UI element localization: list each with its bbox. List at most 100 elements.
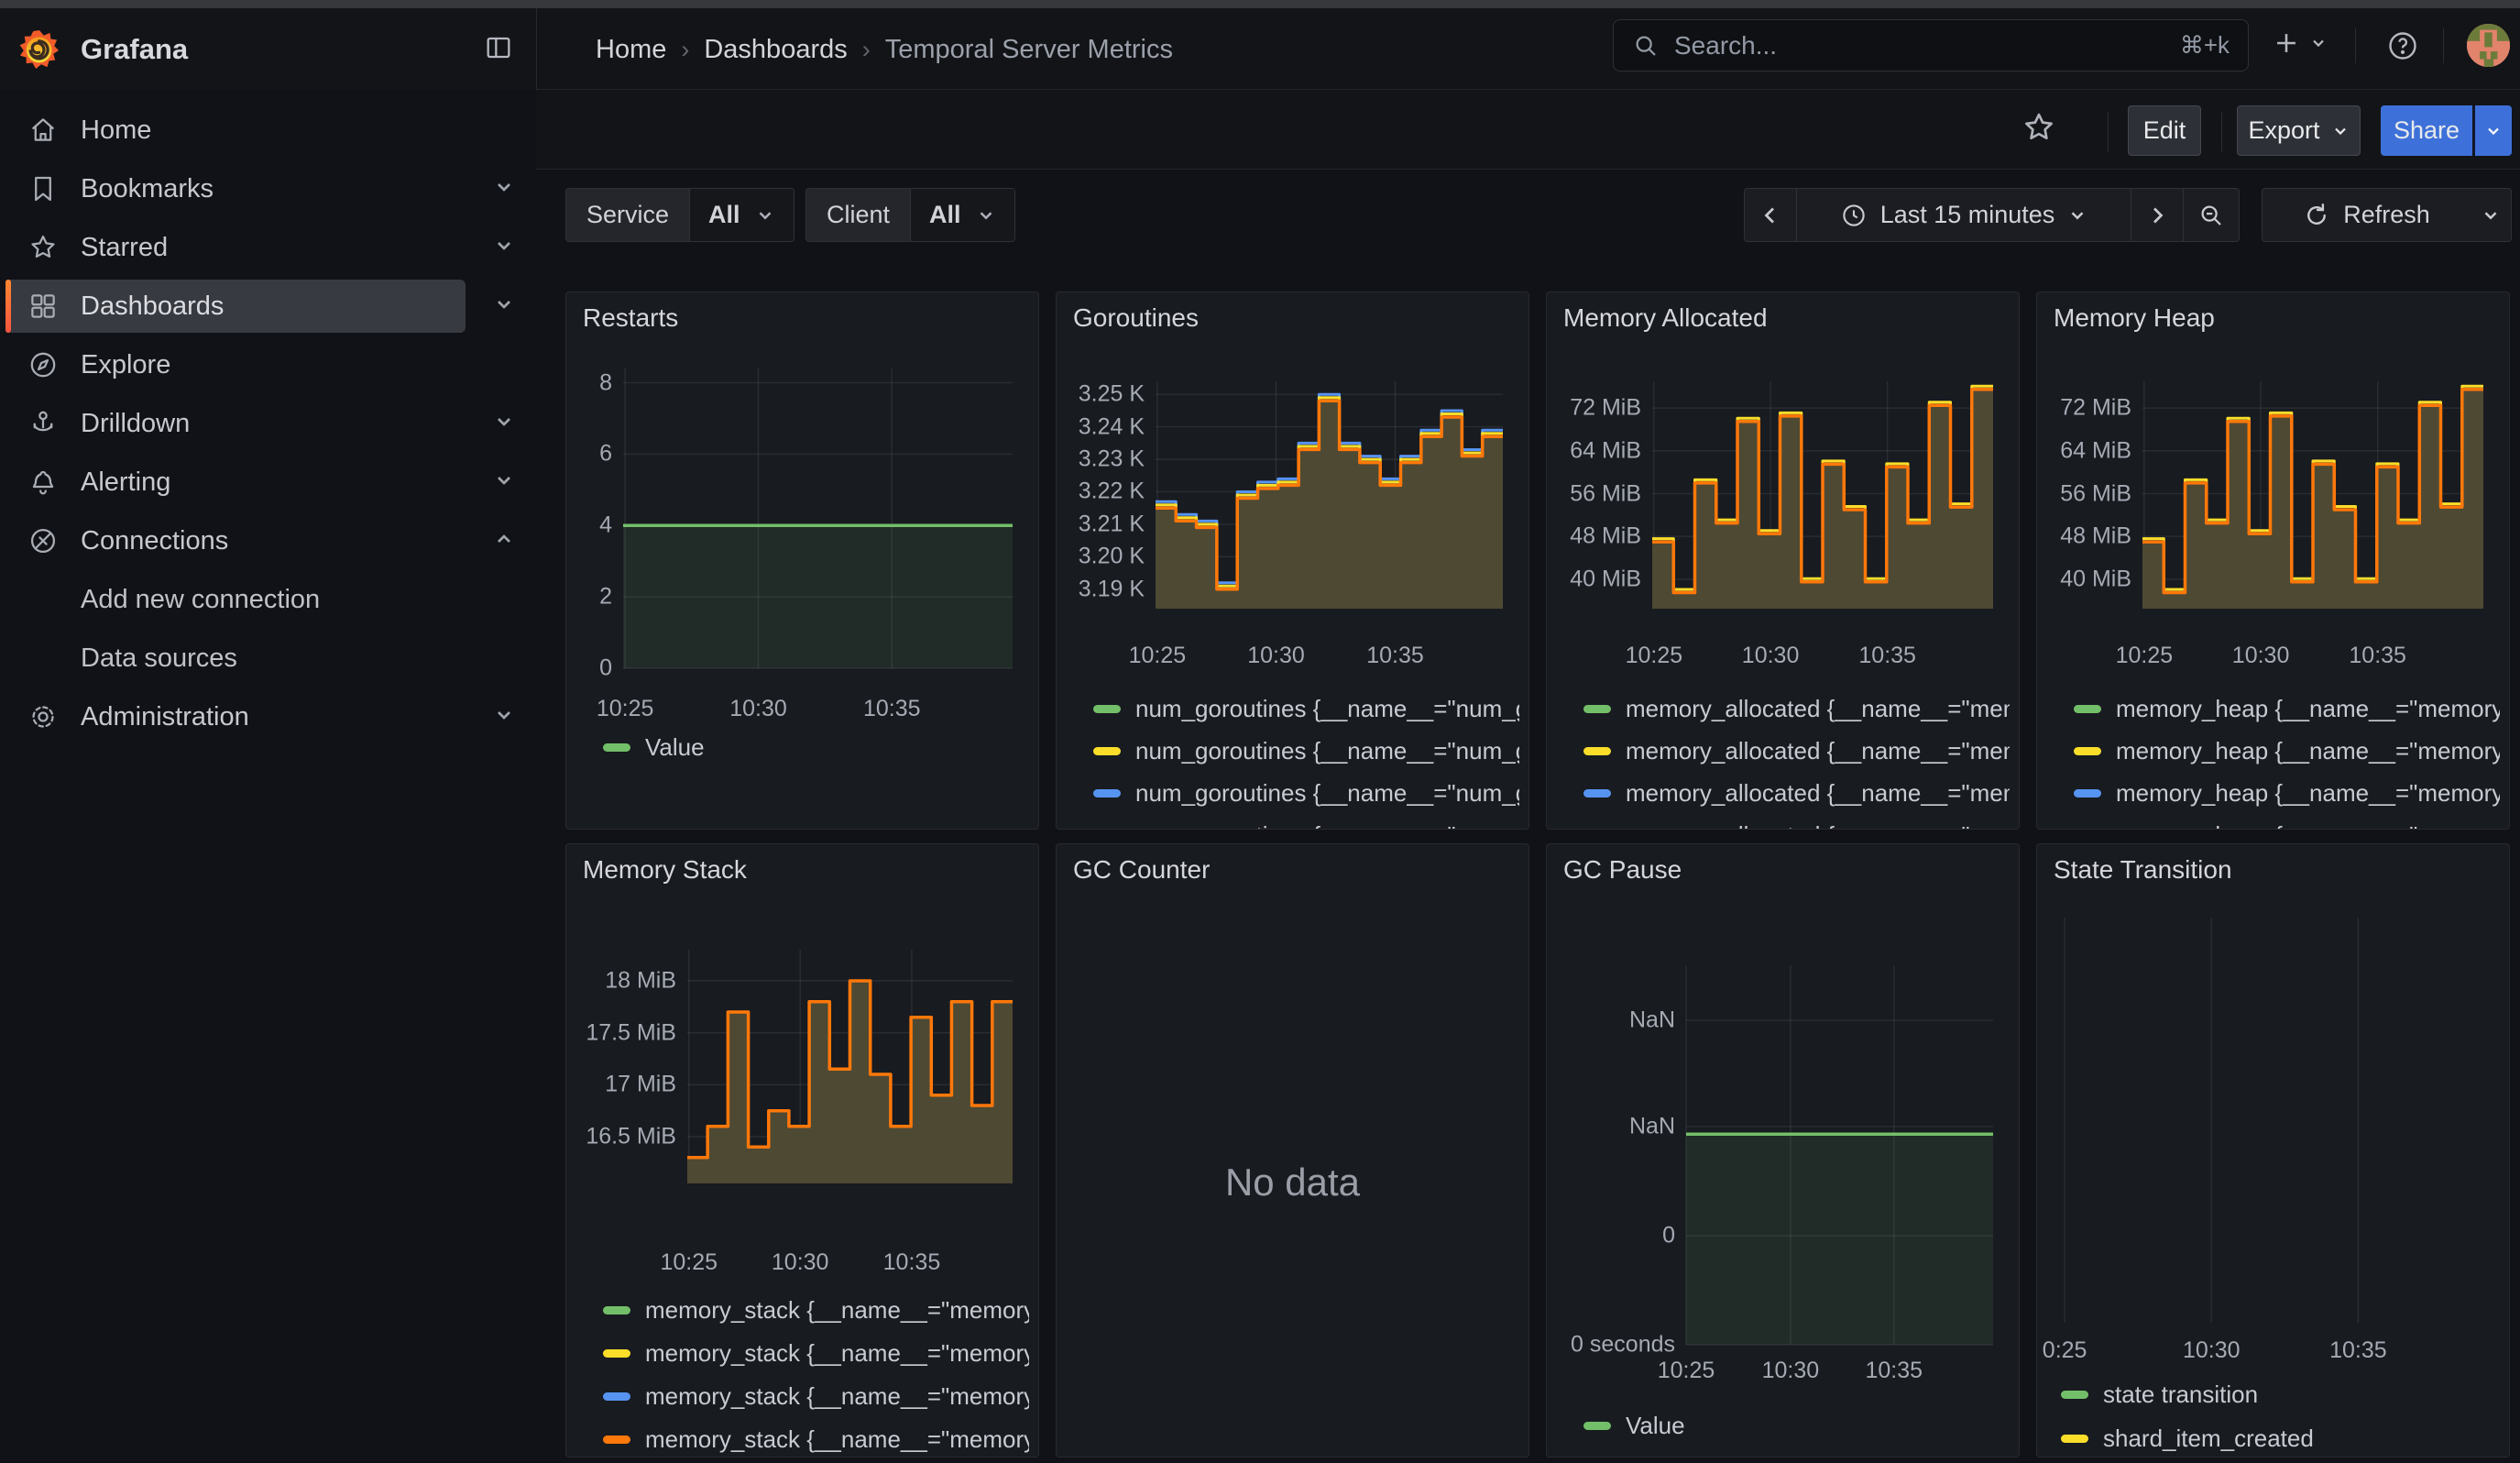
- search-placeholder: Search...: [1674, 31, 2180, 60]
- chevron-down-icon: [2481, 205, 2501, 226]
- legend-item[interactable]: memory_allocated {__name__="memo: [1583, 692, 2010, 725]
- sidebar-item-dashboards[interactable]: Dashboards: [0, 280, 536, 333]
- legend-item[interactable]: memory_allocated {__name__="memo: [1583, 819, 2010, 830]
- share-button[interactable]: Share: [2381, 105, 2472, 156]
- legend-item[interactable]: memory_allocated {__name__="memo: [1583, 776, 2010, 809]
- help-button[interactable]: [2386, 29, 2419, 67]
- chart-plot-goroutines[interactable]: [1156, 381, 1503, 609]
- legend-swatch: [1093, 747, 1121, 755]
- y-axis-tick-label: 4: [579, 512, 612, 539]
- legend-label: memory_heap {__name__="memory_h: [2116, 779, 2500, 808]
- export-label: Export: [2248, 116, 2319, 145]
- grafana-logo-icon[interactable]: [18, 30, 60, 69]
- export-button[interactable]: Export: [2237, 105, 2361, 156]
- refresh-button[interactable]: Refresh: [2262, 188, 2471, 242]
- star-dashboard-button[interactable]: [2021, 110, 2056, 149]
- service-filter-value[interactable]: All: [689, 189, 794, 241]
- new-button[interactable]: [2271, 28, 2328, 59]
- share-options-button[interactable]: [2473, 105, 2512, 156]
- legend-item[interactable]: num_goroutines {__name__="num_go: [1093, 776, 1519, 809]
- legend-item[interactable]: memory_stack {__name__="memory_s: [603, 1380, 1029, 1413]
- chevron-up-icon[interactable]: [493, 528, 515, 555]
- sidebar-item-connections[interactable]: Connections: [0, 514, 536, 567]
- y-axis-tick-label: 3.24 K: [1069, 413, 1145, 440]
- client-filter-value[interactable]: All: [910, 189, 1014, 241]
- legend-item[interactable]: memory_heap {__name__="memory_h: [2074, 692, 2500, 725]
- legend-item[interactable]: memory_heap {__name__="memory_h: [2074, 776, 2500, 809]
- chevron-down-icon[interactable]: [493, 469, 515, 496]
- sidebar-toggle-icon[interactable]: [484, 33, 513, 67]
- bookmark-icon: [27, 173, 59, 204]
- sidebar-item-alerting[interactable]: Alerting: [0, 456, 536, 509]
- legend-item[interactable]: memory_stack {__name__="memory_s: [603, 1423, 1029, 1456]
- refresh-interval-button[interactable]: [2471, 188, 2512, 242]
- chart-plot-restarts[interactable]: [623, 368, 1013, 668]
- legend-item[interactable]: Value: [1583, 1409, 2010, 1442]
- sidebar-item-starred[interactable]: Starred: [0, 221, 536, 274]
- legend-swatch: [1093, 789, 1121, 798]
- sidebar-item-home[interactable]: Home: [0, 104, 536, 157]
- service-filter: Service All: [565, 188, 794, 242]
- chart-plot-state_transition[interactable]: [2052, 918, 2483, 1323]
- legend-swatch: [603, 1392, 630, 1401]
- legend-label: Value: [1626, 1412, 1685, 1440]
- sidebar-subitem-data-sources[interactable]: Data sources: [0, 632, 536, 685]
- clock-icon: [1840, 202, 1868, 229]
- chevron-down-icon: [2309, 34, 2328, 52]
- legend-item[interactable]: shard_item_created: [2061, 1422, 2500, 1455]
- legend-item[interactable]: num_goroutines {__name__="num_go: [1093, 734, 1519, 767]
- sidebar-subitem-add-new-connection[interactable]: Add new connection: [0, 573, 536, 626]
- panel-title-memory_allocated[interactable]: Memory Allocated: [1563, 303, 1768, 333]
- time-shift-forward-button[interactable]: [2131, 188, 2184, 242]
- legend-item[interactable]: state transition: [2061, 1378, 2500, 1411]
- y-axis-tick-label: 17 MiB: [579, 1072, 676, 1098]
- panel-title-memory_heap[interactable]: Memory Heap: [2054, 303, 2215, 333]
- legend-item[interactable]: memory_heap {__name__="memory_h: [2074, 819, 2500, 830]
- time-range-picker[interactable]: Last 15 minutes: [1796, 188, 2131, 242]
- chevron-down-icon[interactable]: [493, 411, 515, 437]
- breadcrumb-dashboards[interactable]: Dashboards: [704, 35, 847, 65]
- legend-item[interactable]: Value: [603, 731, 1029, 764]
- time-shift-back-button[interactable]: [1744, 188, 1797, 242]
- panel-title-state_transition[interactable]: State Transition: [2054, 855, 2232, 885]
- avatar[interactable]: [2467, 24, 2510, 67]
- chart-plot-memory_allocated[interactable]: [1652, 381, 1993, 609]
- legend-item[interactable]: num_goroutines {__name__="num_go: [1093, 819, 1519, 830]
- edit-button[interactable]: Edit: [2128, 105, 2201, 156]
- chart-plot-memory_stack[interactable]: [687, 950, 1013, 1183]
- chart-plot-gc_pause[interactable]: [1686, 965, 1993, 1345]
- panel-title-goroutines[interactable]: Goroutines: [1073, 303, 1199, 333]
- chart-plot-memory_heap[interactable]: [2142, 381, 2483, 609]
- legend-item[interactable]: memory_stack {__name__="memory_s: [603, 1336, 1029, 1370]
- chevron-down-icon[interactable]: [493, 704, 515, 731]
- panel-title-restarts[interactable]: Restarts: [583, 303, 678, 333]
- sidebar-item-bookmarks[interactable]: Bookmarks: [0, 162, 536, 215]
- bell-icon: [27, 467, 59, 498]
- chevron-down-icon[interactable]: [493, 176, 515, 203]
- legend-item[interactable]: memory_heap {__name__="memory_h: [2074, 734, 2500, 767]
- search-input[interactable]: Search... ⌘+k: [1613, 19, 2249, 72]
- sidebar-item-label: Explore: [81, 350, 170, 380]
- y-axis-tick-label: 64 MiB: [2050, 437, 2131, 464]
- y-axis-tick-label: 72 MiB: [1560, 395, 1641, 422]
- sidebar-item-drilldown[interactable]: Drilldown: [0, 397, 536, 450]
- chevron-down-icon[interactable]: [493, 293, 515, 320]
- legend-item[interactable]: memory_stack {__name__="memory_s: [603, 1293, 1029, 1326]
- y-axis-tick-label: 3.23 K: [1069, 446, 1145, 473]
- sidebar-item-label: Bookmarks: [81, 174, 214, 204]
- sidebar-item-administration[interactable]: Administration: [0, 690, 536, 743]
- legend-item[interactable]: num_goroutines {__name__="num_go: [1093, 692, 1519, 725]
- sidebar-item-explore[interactable]: Explore: [0, 338, 536, 391]
- breadcrumb-separator: ›: [862, 36, 871, 64]
- breadcrumb-home[interactable]: Home: [596, 35, 666, 65]
- chevron-down-icon[interactable]: [493, 235, 515, 261]
- x-axis-tick-label: 10:35: [2349, 643, 2406, 669]
- breadcrumb-current: Temporal Server Metrics: [885, 35, 1173, 65]
- zoom-out-button[interactable]: [2183, 188, 2240, 242]
- compass-icon: [27, 349, 59, 380]
- legend-item[interactable]: memory_allocated {__name__="memo: [1583, 734, 2010, 767]
- y-axis-tick-label: 64 MiB: [1560, 437, 1641, 464]
- panel-title-gc_counter[interactable]: GC Counter: [1073, 855, 1210, 885]
- panel-title-memory_stack[interactable]: Memory Stack: [583, 855, 747, 885]
- panel-title-gc_pause[interactable]: GC Pause: [1563, 855, 1682, 885]
